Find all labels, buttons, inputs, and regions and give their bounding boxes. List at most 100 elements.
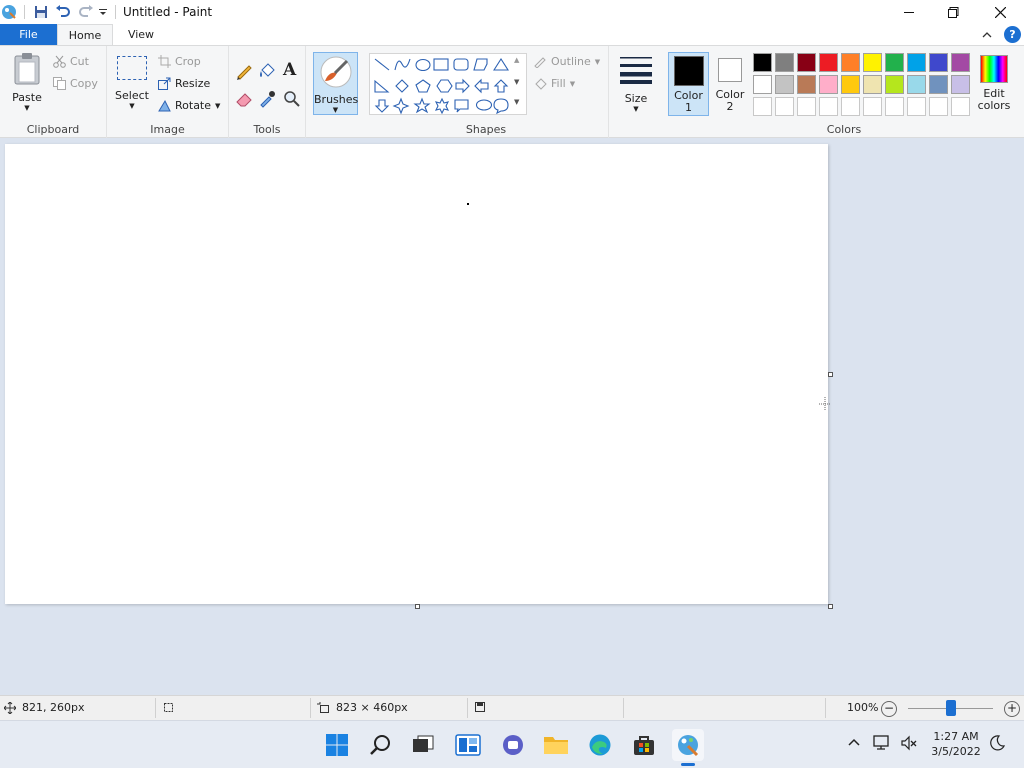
windows-start-icon[interactable] bbox=[321, 729, 353, 761]
file-explorer-icon[interactable] bbox=[540, 729, 572, 761]
shapes-scroll-up-icon[interactable]: ▲ bbox=[514, 56, 519, 64]
palette-swatch[interactable] bbox=[885, 97, 904, 116]
edit-colors-label-2: colors bbox=[977, 99, 1011, 112]
palette-swatch[interactable] bbox=[907, 75, 926, 94]
show-hidden-icons-icon[interactable] bbox=[847, 736, 861, 751]
outline-button[interactable]: Outline ▼ bbox=[533, 55, 600, 68]
palette-swatch[interactable] bbox=[775, 97, 794, 116]
palette-swatch[interactable] bbox=[797, 97, 816, 116]
help-icon[interactable]: ? bbox=[1004, 26, 1021, 43]
magnifier-icon[interactable] bbox=[283, 90, 301, 108]
drawing-canvas[interactable] bbox=[5, 144, 828, 604]
palette-swatch[interactable] bbox=[885, 53, 904, 72]
resize-handle-bottom[interactable] bbox=[415, 604, 420, 609]
edit-colors-button[interactable]: Edit colors bbox=[974, 52, 1014, 116]
brushes-button[interactable]: Brushes ▼ bbox=[313, 52, 358, 115]
cut-icon bbox=[53, 55, 66, 68]
palette-swatch[interactable] bbox=[929, 75, 948, 94]
palette-swatch[interactable] bbox=[797, 75, 816, 94]
tab-file[interactable]: File bbox=[0, 24, 57, 46]
text-tool-icon[interactable]: A bbox=[283, 60, 296, 80]
line-shape-icon bbox=[374, 58, 390, 71]
paint-app-icon[interactable] bbox=[0, 0, 18, 24]
palette-swatch[interactable] bbox=[863, 53, 882, 72]
widgets-icon[interactable] bbox=[452, 729, 484, 761]
pencil-icon[interactable] bbox=[235, 62, 253, 80]
crop-label: Crop bbox=[175, 55, 201, 68]
teams-chat-icon[interactable] bbox=[497, 729, 529, 761]
copy-button[interactable]: Copy bbox=[53, 77, 98, 90]
undo-icon[interactable] bbox=[53, 0, 73, 24]
fill-bucket-icon[interactable] bbox=[258, 62, 276, 80]
paste-icon bbox=[14, 53, 40, 85]
crop-button[interactable]: Crop bbox=[158, 55, 201, 68]
resize-handle-corner[interactable] bbox=[828, 604, 833, 609]
palette-swatch[interactable] bbox=[819, 97, 838, 116]
palette-swatch[interactable] bbox=[951, 53, 970, 72]
palette-swatch[interactable] bbox=[841, 75, 860, 94]
rotate-button[interactable]: Rotate ▼ bbox=[158, 99, 220, 112]
color1-button[interactable]: Color 1 bbox=[668, 52, 709, 116]
palette-swatch[interactable] bbox=[775, 75, 794, 94]
minimize-button[interactable] bbox=[886, 0, 932, 24]
palette-swatch[interactable] bbox=[951, 75, 970, 94]
palette-swatch[interactable] bbox=[841, 53, 860, 72]
save-icon[interactable] bbox=[31, 0, 51, 24]
palette-swatch[interactable] bbox=[775, 53, 794, 72]
zoom-out-button[interactable]: − bbox=[881, 701, 897, 717]
eraser-icon[interactable] bbox=[235, 90, 253, 108]
edge-icon[interactable] bbox=[584, 729, 616, 761]
fill-button[interactable]: Fill ▼ bbox=[533, 77, 575, 90]
palette-swatch[interactable] bbox=[863, 97, 882, 116]
palette-swatch[interactable] bbox=[753, 75, 772, 94]
close-button[interactable] bbox=[977, 0, 1023, 24]
palette-swatch[interactable] bbox=[907, 97, 926, 116]
redo-icon[interactable] bbox=[76, 0, 96, 24]
palette-swatch[interactable] bbox=[819, 53, 838, 72]
focus-assist-icon[interactable] bbox=[989, 735, 1006, 754]
size-button[interactable]: Size ▼ bbox=[615, 52, 657, 116]
shapes-gallery[interactable] bbox=[369, 53, 527, 115]
task-view-icon[interactable] bbox=[407, 729, 439, 761]
palette-swatch[interactable] bbox=[797, 53, 816, 72]
select-button[interactable]: Select ▼ bbox=[115, 56, 149, 110]
customize-quick-access-icon[interactable] bbox=[97, 0, 109, 24]
palette-swatch[interactable] bbox=[863, 75, 882, 94]
zoom-slider-thumb[interactable] bbox=[945, 700, 956, 716]
palette-swatch[interactable] bbox=[885, 75, 904, 94]
palette-swatch[interactable] bbox=[819, 75, 838, 94]
store-icon[interactable] bbox=[628, 729, 660, 761]
resize-handle-right[interactable] bbox=[828, 372, 833, 377]
paste-button[interactable]: Paste ▼ bbox=[7, 52, 47, 116]
tab-home[interactable]: Home bbox=[57, 24, 113, 47]
maximize-button[interactable] bbox=[930, 0, 976, 24]
color2-button[interactable]: Color 2 bbox=[711, 52, 749, 116]
rotate-dropdown-icon: ▼ bbox=[215, 101, 221, 110]
palette-swatch[interactable] bbox=[951, 97, 970, 116]
shapes-scroll-down-icon[interactable]: ▼ bbox=[514, 78, 519, 86]
network-icon[interactable] bbox=[873, 734, 891, 755]
search-icon[interactable] bbox=[365, 729, 397, 761]
color-picker-icon[interactable] bbox=[258, 90, 276, 108]
shapes-expand-icon[interactable]: ▼ bbox=[514, 98, 519, 106]
cut-button[interactable]: Cut bbox=[53, 55, 89, 68]
palette-swatch[interactable] bbox=[929, 53, 948, 72]
resize-button[interactable]: Resize bbox=[158, 77, 210, 90]
select-dropdown-icon: ▼ bbox=[129, 102, 135, 110]
palette-swatch[interactable] bbox=[907, 53, 926, 72]
collapse-ribbon-icon[interactable] bbox=[979, 27, 995, 43]
zoom-in-button[interactable]: + bbox=[1004, 701, 1020, 717]
clock[interactable]: 1:27 AM 3/5/2022 bbox=[926, 729, 986, 759]
palette-swatch[interactable] bbox=[929, 97, 948, 116]
paint-window: Untitled - Paint File Home View ? Paste … bbox=[0, 0, 1024, 720]
tab-view[interactable]: View bbox=[113, 24, 169, 46]
palette-swatch[interactable] bbox=[841, 97, 860, 116]
fill-label: Fill bbox=[551, 77, 566, 90]
paint-icon[interactable] bbox=[672, 729, 704, 761]
colors-group-label: Colors bbox=[826, 123, 862, 136]
zoom-percent: 100% bbox=[847, 701, 879, 714]
size-label: Size bbox=[624, 92, 648, 105]
volume-muted-icon[interactable] bbox=[900, 734, 918, 755]
palette-swatch[interactable] bbox=[753, 97, 772, 116]
palette-swatch[interactable] bbox=[753, 53, 772, 72]
